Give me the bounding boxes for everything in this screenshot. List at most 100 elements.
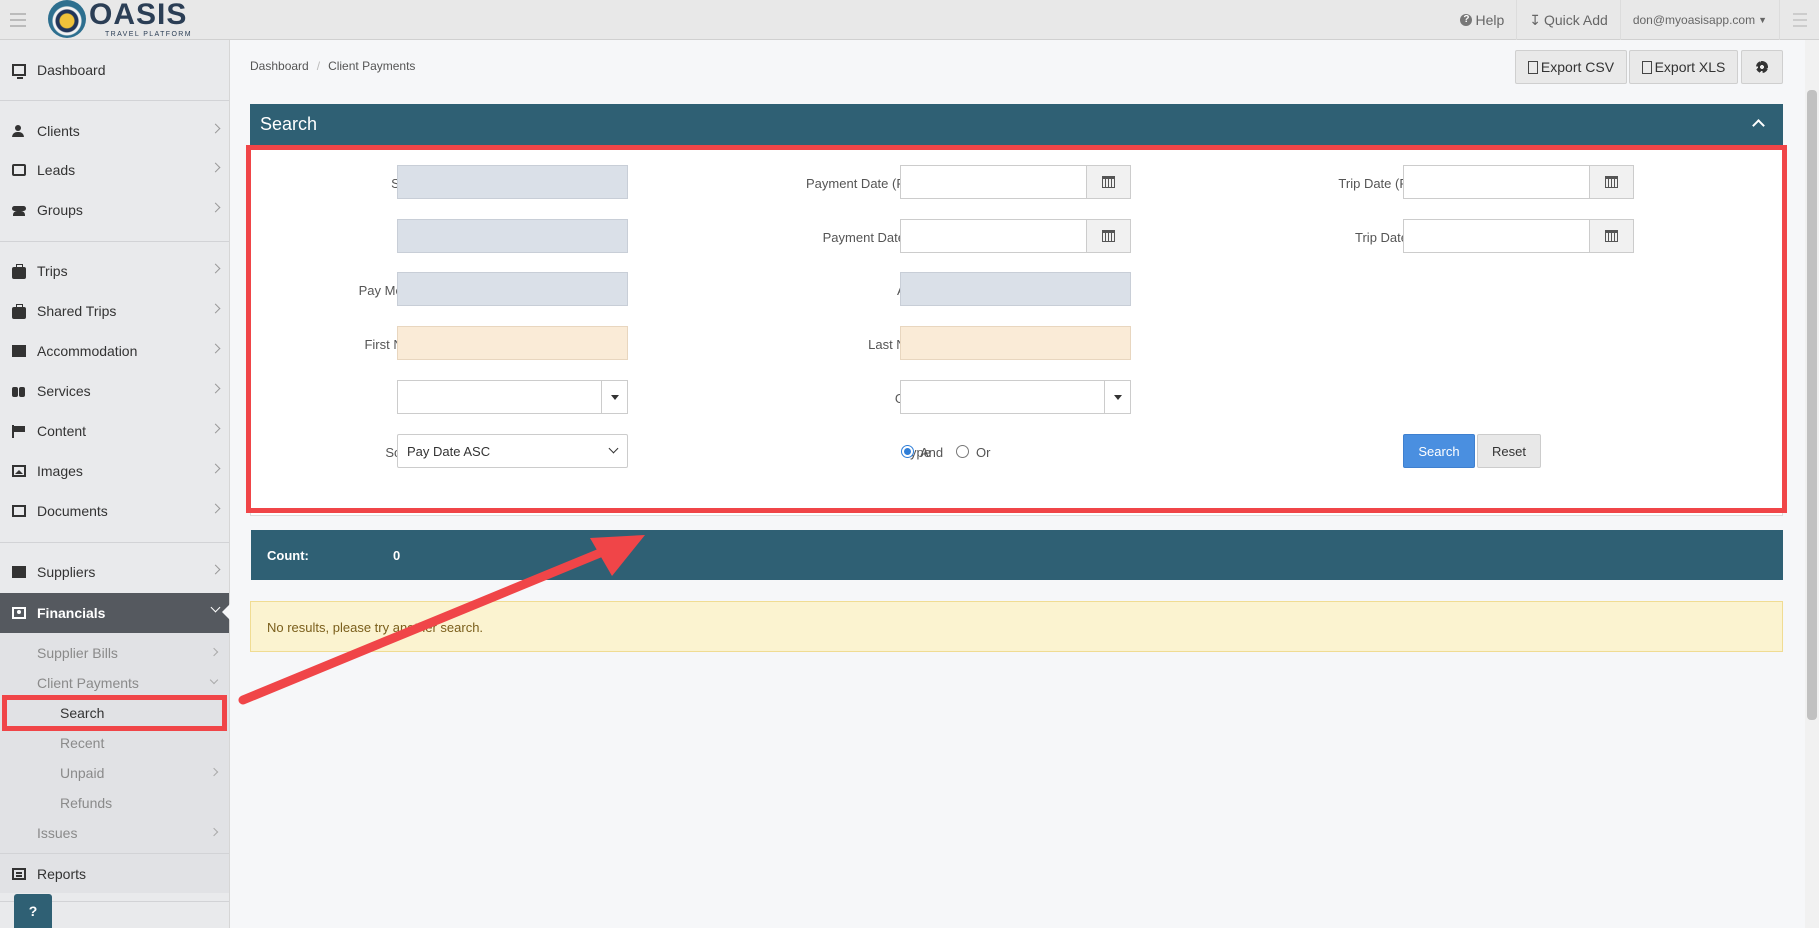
calendar-icon (1605, 176, 1618, 188)
user-menu[interactable]: don@myoasisapp.com ▼ (1619, 0, 1779, 40)
status-field[interactable] (397, 165, 628, 199)
sidebar-subitem-label: Client Payments (37, 675, 139, 691)
agent-field[interactable] (900, 272, 1131, 306)
radio-or-label: Or (976, 445, 991, 460)
sidebar-subitem-refunds[interactable]: Refunds (0, 788, 229, 818)
payment-date-from-field[interactable] (900, 165, 1131, 199)
sidebar-subitem-unpaid[interactable]: Unpaid (0, 758, 229, 788)
reset-button[interactable]: Reset (1477, 434, 1541, 468)
sidebar-item-trips[interactable]: Trips (0, 252, 229, 290)
radio-or[interactable] (956, 445, 969, 458)
dropdown-toggle[interactable] (1104, 381, 1130, 413)
sidebar-item-label: Accommodation (37, 343, 138, 359)
search-panel-body: Status Type Pay Method First Name Lead S… (250, 146, 1783, 516)
page-scrollbar[interactable] (1805, 40, 1819, 928)
no-results-message: No results, please try another search. (267, 620, 484, 635)
chevron-down-icon (210, 602, 221, 613)
sidebar-item-content[interactable]: Content (0, 412, 229, 450)
sidebar-subitem-label: Unpaid (60, 765, 105, 781)
monitor-icon (12, 64, 26, 79)
chevron-down-icon (209, 675, 219, 685)
user-email: don@myoasisapp.com (1632, 13, 1756, 27)
sidebar-subitem-supplier-bills[interactable]: Supplier Bills (0, 638, 229, 668)
app-logo[interactable]: OASIS TRAVEL PLATFORM (48, 0, 192, 38)
right-menu-icon[interactable] (1779, 0, 1819, 40)
type-field[interactable] (397, 219, 628, 253)
menu-toggle-icon[interactable] (10, 13, 26, 31)
sidebar: Dashboard Clients Leads Groups Trips Sha… (0, 40, 230, 928)
calendar-button[interactable] (1086, 166, 1130, 198)
suitcase-icon (12, 264, 26, 279)
sidebar-subitem-label: Refunds (60, 795, 113, 811)
sidebar-subitem-recent[interactable]: Recent (0, 728, 229, 758)
sidebar-item-financials[interactable]: Financials (0, 593, 230, 633)
chevron-right-icon (210, 303, 221, 314)
image-icon (12, 465, 26, 477)
sidebar-subitem-label: Supplier Bills (37, 645, 118, 661)
quick-add-label: Quick Add (1544, 12, 1608, 28)
settings-button[interactable] (1741, 50, 1783, 84)
sidebar-item-accommodation[interactable]: Accommodation (0, 332, 229, 370)
sidebar-item-clients[interactable]: Clients (0, 112, 229, 150)
lead-select[interactable] (397, 380, 628, 414)
gear-icon (1756, 61, 1768, 73)
sidebar-item-groups[interactable]: Groups (0, 191, 229, 229)
sidebar-item-label: Suppliers (37, 564, 96, 580)
sidebar-item-documents[interactable]: Documents (0, 492, 229, 530)
caret-down-icon (610, 394, 619, 400)
sidebar-item-leads[interactable]: Leads (0, 151, 229, 189)
breadcrumb-dashboard[interactable]: Dashboard (250, 59, 309, 73)
list-icon (12, 868, 26, 880)
sidebar-subitem-client-payments[interactable]: Client Payments (0, 668, 229, 698)
quick-add-button[interactable]: ↧ Quick Add (1516, 0, 1620, 40)
sidebar-item-dashboard[interactable]: Dashboard (0, 51, 229, 89)
calendar-button[interactable] (1589, 166, 1633, 198)
sidebar-subitem-issues[interactable]: Issues (0, 818, 229, 848)
group-select[interactable] (900, 380, 1131, 414)
sidebar-item-shared-trips[interactable]: Shared Trips (0, 292, 229, 330)
help-link[interactable]: ? Help (1448, 0, 1516, 40)
export-xls-button[interactable]: Export XLS (1629, 50, 1738, 84)
count-value: 0 (393, 548, 401, 563)
sidebar-subitem-label: Search (60, 705, 105, 721)
search-panel-header: Search (250, 104, 1783, 146)
divider (0, 542, 229, 543)
scrollbar-thumb[interactable] (1807, 90, 1817, 720)
calendar-button[interactable] (1589, 220, 1633, 252)
sidebar-item-label: Financials (37, 605, 106, 621)
money-icon (12, 607, 26, 619)
calendar-button[interactable] (1086, 220, 1130, 252)
trip-date-from-field[interactable] (1403, 165, 1634, 199)
sidebar-item-reports[interactable]: Reports (0, 854, 229, 894)
top-bar: OASIS TRAVEL PLATFORM ? Help ↧ Quick Add… (0, 0, 1819, 40)
help-label: Help (1475, 12, 1505, 28)
last-name-field[interactable] (900, 326, 1131, 360)
sidebar-item-label: Trips (37, 263, 68, 279)
trip-date-to-field[interactable] (1403, 219, 1634, 253)
chevron-right-icon (210, 343, 221, 354)
dropdown-toggle[interactable] (601, 381, 627, 413)
users-icon (12, 204, 26, 216)
excel-file-icon (1641, 60, 1652, 74)
collapse-icon[interactable] (1752, 119, 1765, 132)
sidebar-item-label: Leads (37, 162, 76, 178)
chevron-right-icon (210, 564, 221, 575)
sort-by-select[interactable]: Pay Date ASC (397, 434, 628, 468)
sidebar-subitem-search[interactable]: Search (0, 698, 229, 728)
file-icon (1527, 60, 1538, 74)
export-csv-button[interactable]: Export CSV (1515, 50, 1627, 84)
search-button[interactable]: Search (1403, 434, 1475, 468)
sidebar-item-services[interactable]: Services (0, 372, 229, 410)
payment-date-to-field[interactable] (900, 219, 1131, 253)
no-results-alert: No results, please try another search. (250, 601, 1783, 652)
sidebar-item-suppliers[interactable]: Suppliers (0, 553, 229, 591)
sidebar-item-label: Clients (37, 123, 80, 139)
first-name-field[interactable] (397, 326, 628, 360)
help-fab-button[interactable]: ? (14, 894, 52, 928)
chevron-down-icon (608, 443, 619, 454)
document-icon (12, 505, 26, 517)
sidebar-item-images[interactable]: Images (0, 452, 229, 490)
radio-and[interactable] (901, 445, 914, 458)
sidebar-subitem-label: Recent (60, 735, 105, 751)
pay-method-field[interactable] (397, 272, 628, 306)
